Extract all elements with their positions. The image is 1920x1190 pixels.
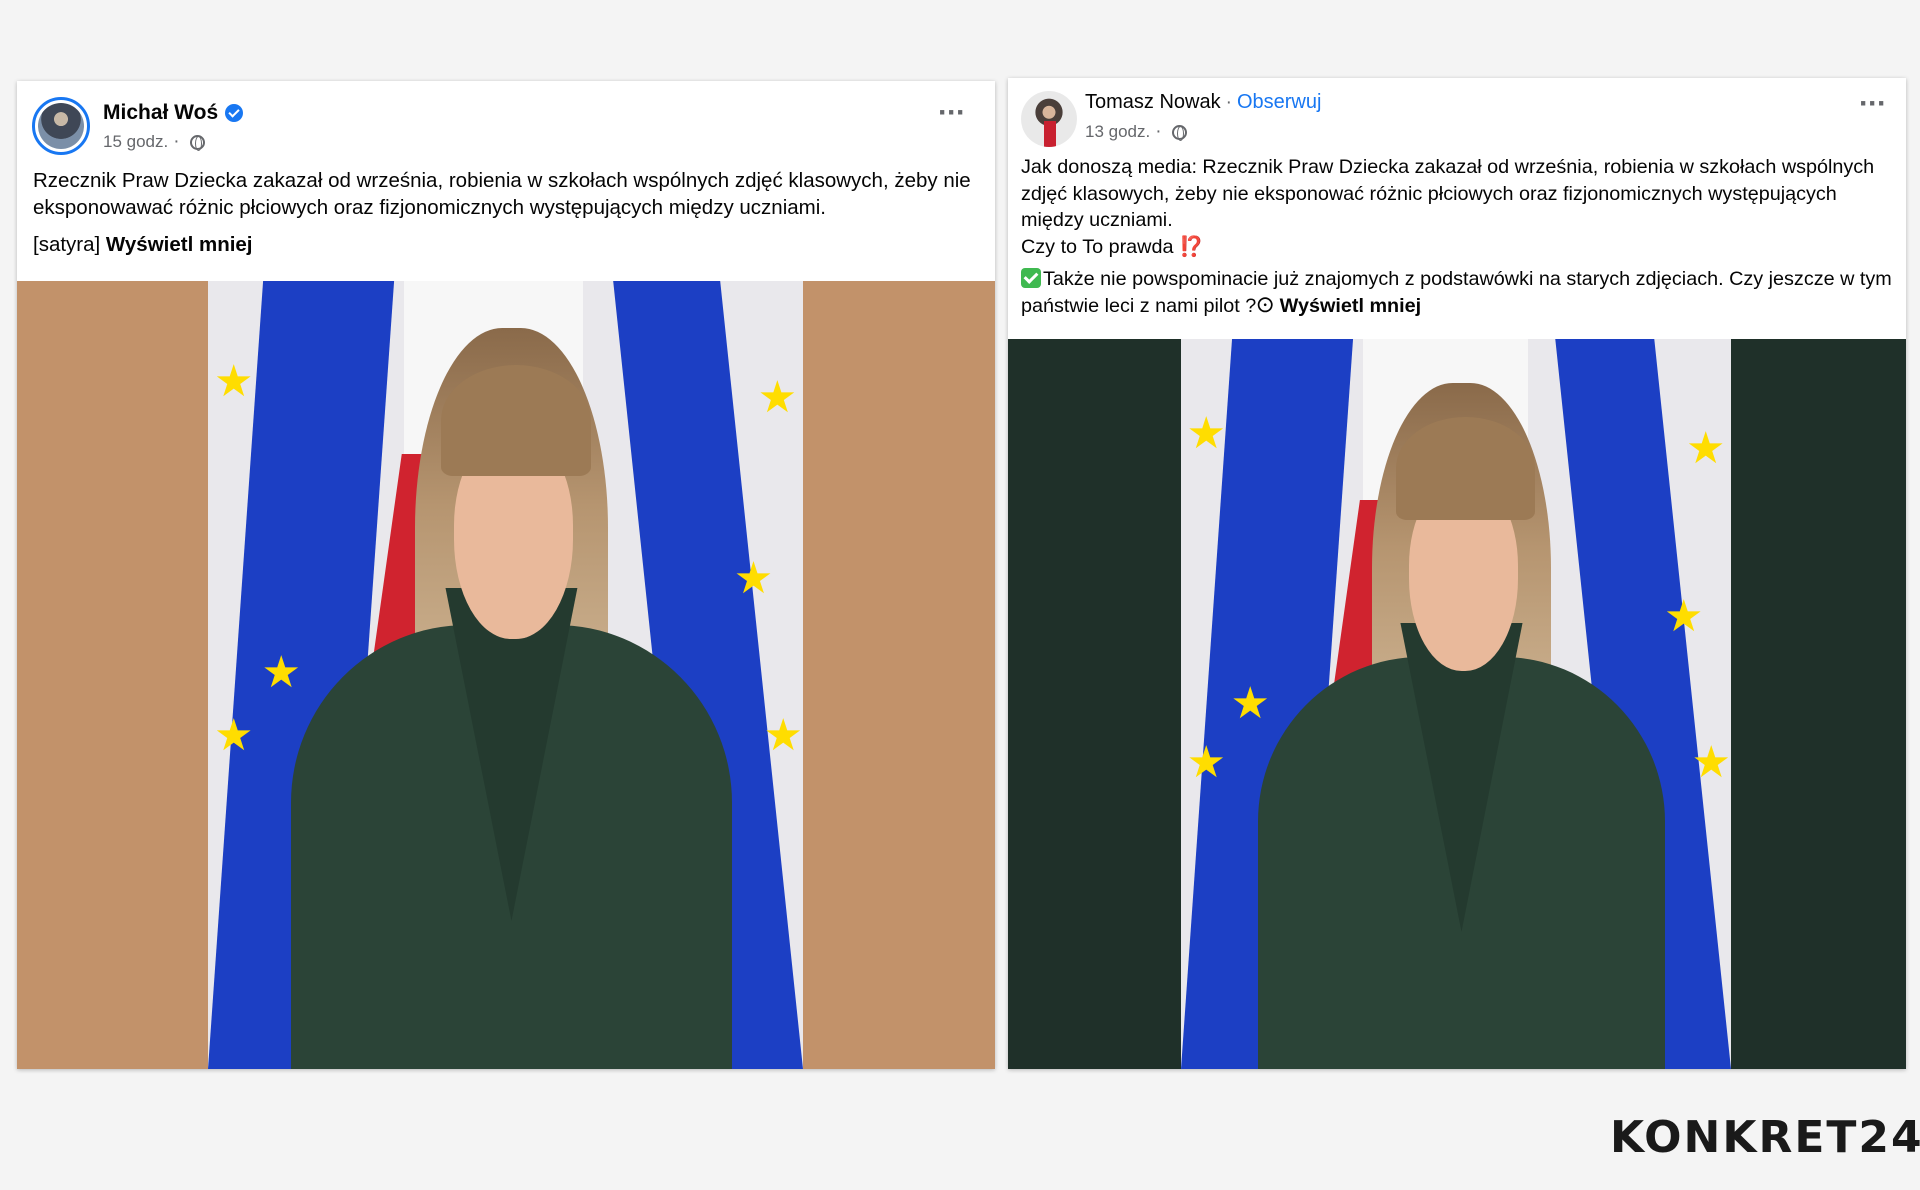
exclamation-question-emoji-icon: ⁉️: [1178, 235, 1204, 258]
globe-icon: [1171, 124, 1187, 141]
woman-portrait: [1258, 382, 1665, 1069]
check-mark-emoji-icon: [1021, 268, 1041, 288]
satire-tag: [satyra]: [33, 233, 101, 256]
post-text: Rzecznik Praw Dziecka zakazał od wrześni…: [33, 167, 983, 258]
avatar[interactable]: [1021, 91, 1077, 147]
post-photo[interactable]: ★ ★ ★ ★ ★ ★: [17, 281, 995, 1069]
post-body-line3: Także nie powspominacie już znajomych z …: [1021, 268, 1892, 317]
separator: ·: [1155, 121, 1162, 142]
post-body: Rzecznik Praw Dziecka zakazał od wrześni…: [33, 169, 971, 219]
avatar[interactable]: [32, 97, 90, 155]
photo-scene: ★ ★ ★ ★ ★ ★: [208, 281, 803, 1069]
post-photo[interactable]: ★ ★ ★ ★ ★ ★: [1008, 339, 1906, 1069]
post-body-line1: Jak donoszą media: Rzecznik Praw Dziecka…: [1021, 156, 1875, 231]
unknown-glyph-icon: 𐌏: [1256, 294, 1275, 317]
facebook-post-left: Michał Woś 15 godz. · ··· Rzecznik Praw …: [17, 81, 995, 1069]
verified-badge-icon: [225, 104, 244, 122]
post-time[interactable]: 15 godz.: [103, 132, 168, 152]
author-line: Tomasz Nowak · Obserwuj: [1085, 91, 1321, 114]
globe-icon: [189, 134, 205, 151]
post-meta: 13 godz. ·: [1085, 121, 1187, 143]
author-line: Michał Woś: [103, 101, 244, 125]
post-time[interactable]: 13 godz.: [1085, 122, 1150, 142]
author-name[interactable]: Tomasz Nowak: [1085, 91, 1221, 114]
more-options-icon[interactable]: ···: [938, 98, 966, 128]
author-name[interactable]: Michał Woś: [103, 101, 218, 125]
post-body-line2: Czy to To prawda: [1021, 235, 1174, 258]
post-meta: 15 godz. ·: [103, 131, 205, 153]
show-less-link[interactable]: Wyświetl mniej: [106, 233, 253, 256]
separator: ·: [173, 131, 180, 152]
show-less-link[interactable]: Wyświetl mniej: [1280, 295, 1421, 317]
woman-portrait: [291, 328, 732, 1069]
follow-button[interactable]: Obserwuj: [1237, 91, 1321, 114]
facebook-post-right: Tomasz Nowak · Obserwuj 13 godz. · ··· J…: [1008, 78, 1906, 1069]
more-options-icon[interactable]: ···: [1859, 89, 1887, 119]
separator: ·: [1225, 91, 1232, 113]
post-text: Jak donoszą media: Rzecznik Praw Dziecka…: [1021, 154, 1901, 319]
konkret24-logo: KONKRET24: [1610, 1112, 1920, 1163]
photo-scene: ★ ★ ★ ★ ★ ★: [1181, 339, 1731, 1069]
